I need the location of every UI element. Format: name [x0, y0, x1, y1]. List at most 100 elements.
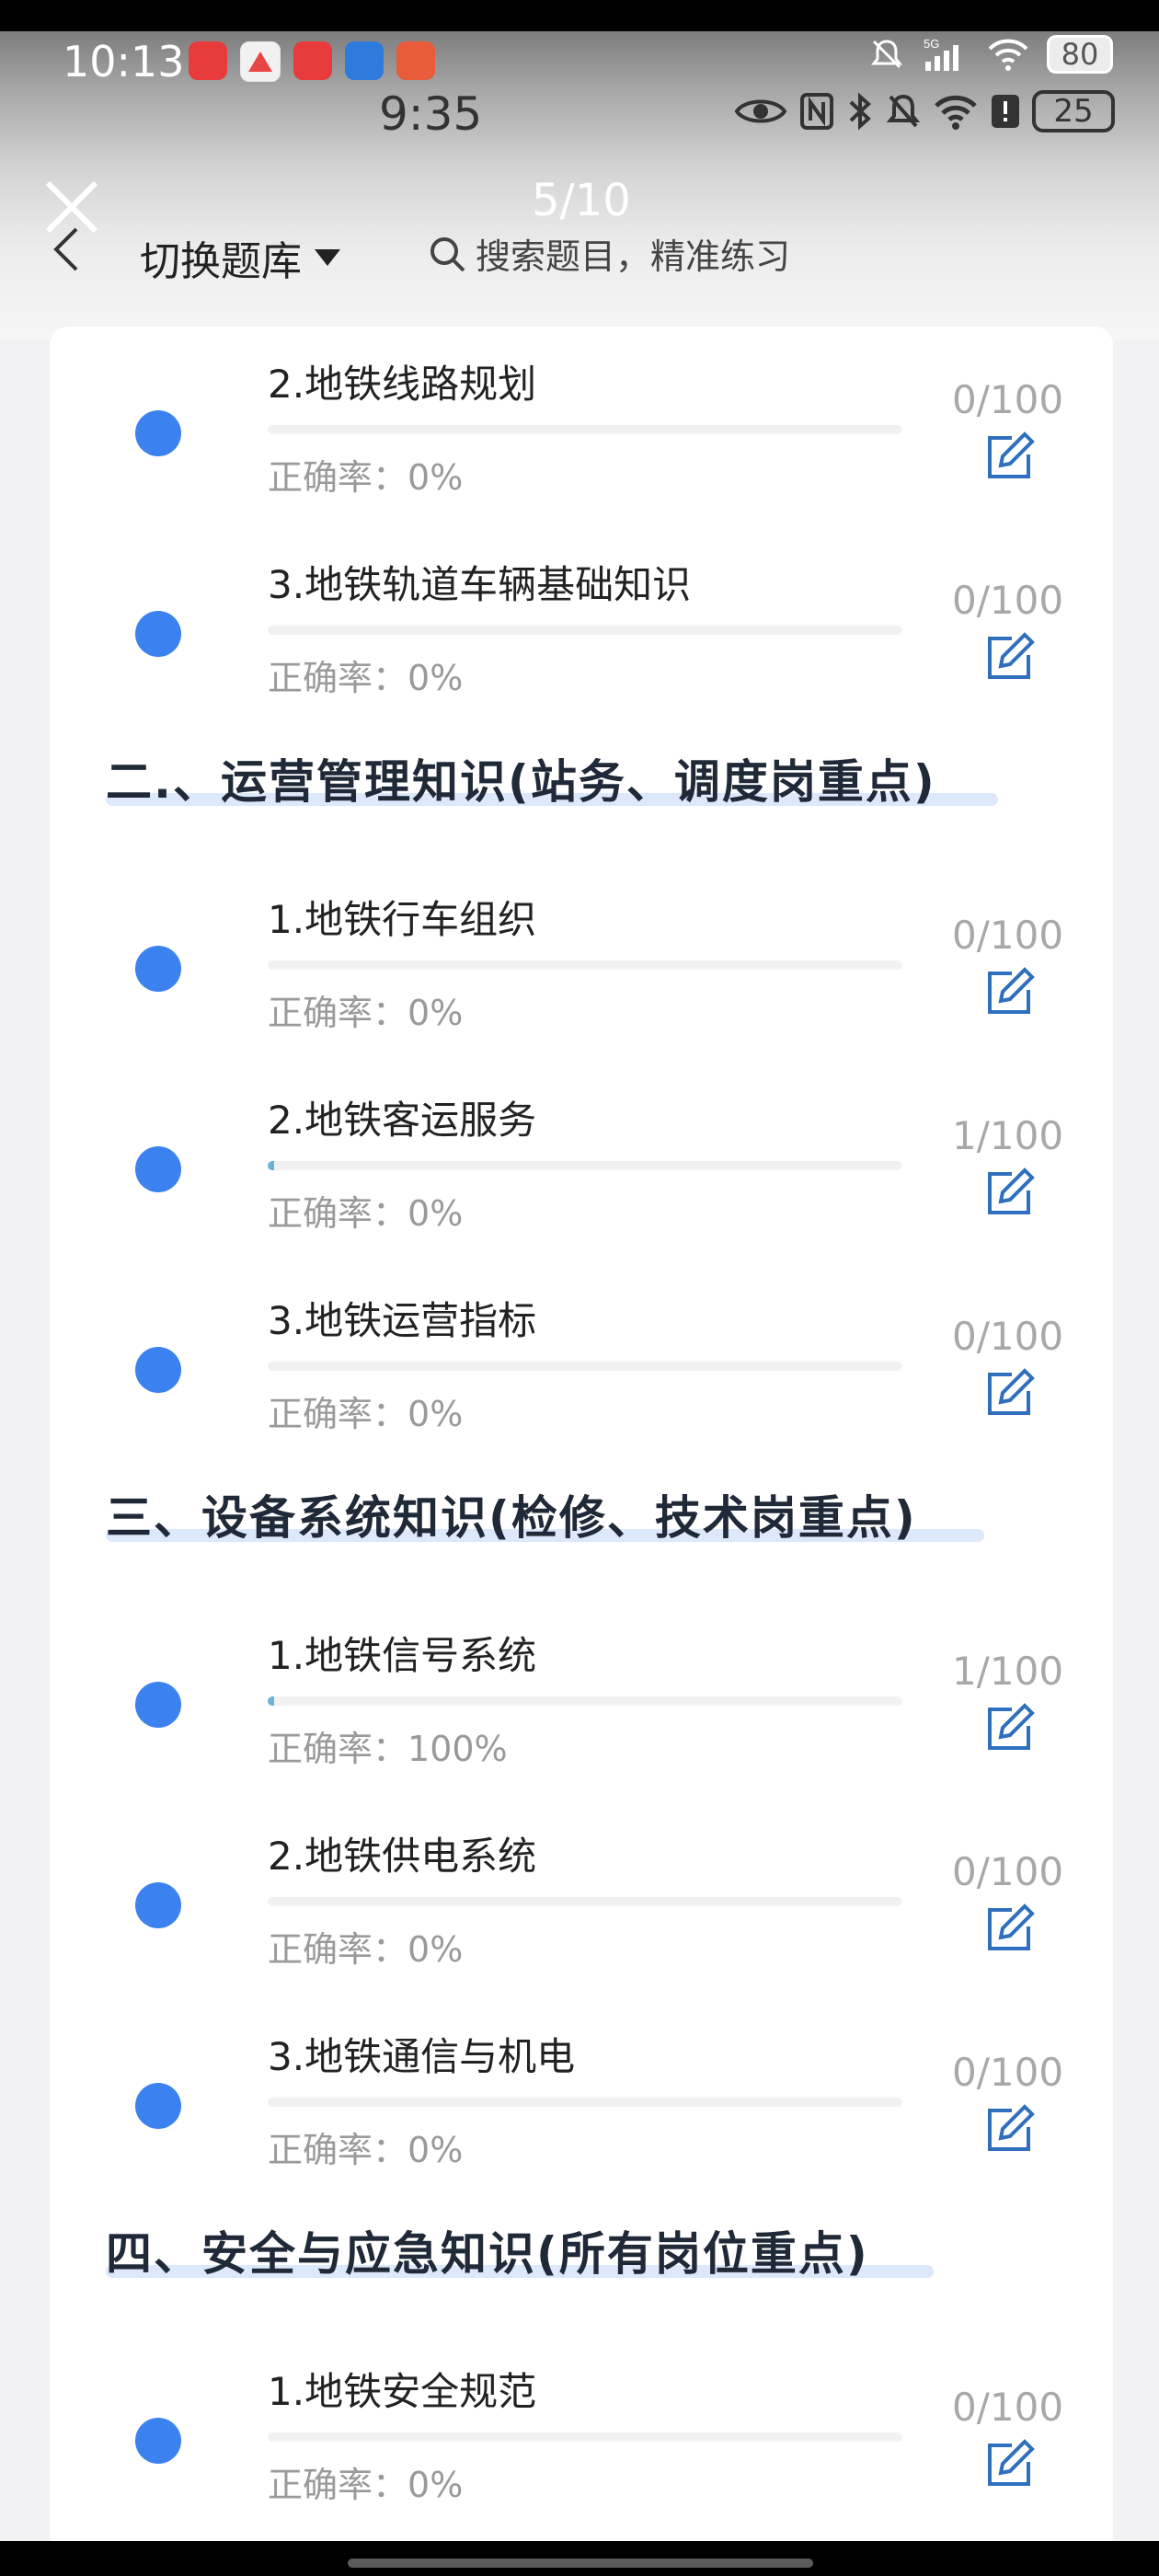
accuracy-value: 0%: [407, 1193, 464, 1234]
accuracy-row: 正确率：0%: [268, 449, 463, 500]
progress-bar: [268, 1362, 902, 1371]
accuracy-label: 正确率：: [268, 1929, 408, 1970]
status-dot: [135, 946, 181, 992]
section-title: 四、安全与应急知识(所有岗位重点): [106, 2227, 869, 2281]
list-item[interactable]: 1.地铁信号系统 正确率：100% 1/100: [50, 1612, 1113, 1812]
edit-icon: [988, 1703, 1035, 1750]
accuracy-label: 正确率：: [268, 1729, 408, 1769]
edit-icon: [988, 2104, 1035, 2151]
network-label: 5G: [924, 37, 939, 51]
outer-status-time: 10:13: [63, 37, 185, 86]
accuracy-label: 正确率：: [268, 2130, 408, 2170]
inner-status-time: 9:35: [379, 87, 483, 141]
mute-bell-icon: [886, 94, 921, 128]
accuracy-value: 100%: [407, 1729, 508, 1769]
list-item[interactable]: 2.地铁线路规划 正确率：0% 0/100: [50, 340, 1113, 541]
app-icon: [240, 41, 281, 82]
progress-bar: [268, 1897, 902, 1906]
list-item[interactable]: 1.地铁行车组织 正确率：0% 0/100: [50, 876, 1113, 1076]
item-title: 1.地铁安全规范: [268, 2369, 537, 2414]
outer-status-icons: 5G 80: [868, 35, 1113, 74]
edit-icon: [988, 1368, 1035, 1415]
app-icon: [189, 41, 227, 80]
accuracy-row: 正确率：0%: [268, 2122, 463, 2172]
accuracy-row: 正确率：0%: [268, 1185, 463, 1236]
practice-button[interactable]: [982, 2438, 1036, 2495]
progress-bar: [268, 960, 902, 970]
item-title: 2.地铁线路规划: [268, 362, 537, 407]
section-title: 三、设备系统知识(检修、技术岗重点): [106, 1491, 917, 1545]
section-heading: 三、设备系统知识(检修、技术岗重点): [106, 1481, 984, 1547]
wifi-icon: [988, 39, 1028, 71]
progress-bar: [268, 626, 902, 635]
progress-count: 0/100: [952, 1314, 1064, 1359]
status-dot: [135, 2083, 181, 2129]
list-item[interactable]: 3.地铁运营指标 正确率：0% 0/100: [50, 1277, 1113, 1478]
progress-count: 0/100: [952, 2050, 1064, 2095]
accuracy-value: 0%: [407, 457, 464, 498]
practice-button[interactable]: [982, 1167, 1036, 1224]
item-title: 1.地铁行车组织: [268, 897, 537, 942]
list-item[interactable]: 2.地铁客运服务 正确率：0% 1/100: [50, 1076, 1113, 1277]
accuracy-row: 正确率：0%: [268, 2456, 463, 2507]
edit-icon: [988, 2439, 1035, 2486]
accuracy-value: 0%: [407, 993, 464, 1033]
progress-count: 1/100: [952, 1113, 1064, 1158]
accuracy-value: 0%: [407, 658, 464, 698]
practice-button[interactable]: [982, 1367, 1036, 1424]
section-heading: 四、安全与应急知识(所有岗位重点): [106, 2217, 934, 2283]
switch-question-bank[interactable]: 切换题库: [140, 228, 342, 287]
edit-icon: [988, 431, 1035, 478]
app-icon: [345, 41, 384, 80]
edit-icon: [988, 1167, 1035, 1214]
practice-button[interactable]: [982, 966, 1036, 1023]
list-item[interactable]: 1.地铁安全规范 正确率：0% 0/100: [50, 2348, 1113, 2548]
back-chevron-icon: [53, 227, 78, 271]
status-dot: [135, 1882, 181, 1928]
accuracy-label: 正确率：: [268, 1394, 408, 1434]
edit-icon: [988, 632, 1035, 679]
status-dot: [135, 2418, 181, 2464]
practice-button[interactable]: [982, 1702, 1036, 1759]
list-item[interactable]: 3.地铁通信与机电 正确率：0% 0/100: [50, 2013, 1113, 2214]
list-item[interactable]: 2.地铁供电系统 正确率：0% 0/100: [50, 1812, 1113, 2013]
nfc-icon: [800, 93, 833, 130]
practice-button[interactable]: [982, 631, 1036, 688]
item-title: 2.地铁供电系统: [268, 1834, 537, 1879]
status-dot: [135, 410, 181, 456]
practice-button[interactable]: [982, 1903, 1036, 1960]
progress-count: 0/100: [952, 377, 1064, 422]
accuracy-row: 正确率：0%: [268, 1386, 463, 1436]
accuracy-label: 正确率：: [268, 658, 408, 698]
section-title: 二.、运营管理知识(站务、调度岗重点): [106, 755, 936, 809]
accuracy-label: 正确率：: [268, 993, 408, 1033]
accuracy-row: 正确率：0%: [268, 650, 463, 700]
eye-icon: [734, 99, 787, 123]
back-button[interactable]: [51, 225, 84, 277]
edit-icon: [988, 967, 1035, 1014]
accuracy-row: 正确率：0%: [268, 984, 463, 1035]
practice-button[interactable]: [982, 431, 1036, 488]
accuracy-label: 正确率：: [268, 1193, 408, 1234]
progress-count: 0/100: [952, 2385, 1064, 2430]
progress-count: 0/100: [952, 913, 1064, 958]
accuracy-row: 正确率：0%: [268, 1921, 463, 1972]
search-placeholder: 搜索题目，精准练习: [476, 236, 791, 277]
home-indicator[interactable]: [348, 2559, 813, 2568]
practice-button[interactable]: [982, 2103, 1036, 2160]
accuracy-value: 0%: [407, 2130, 464, 2170]
status-dot: [135, 611, 181, 657]
search-icon: [430, 236, 465, 271]
accuracy-value: 0%: [407, 2465, 464, 2505]
inner-battery: 25: [1032, 90, 1115, 132]
progress-count: 0/100: [952, 1849, 1064, 1894]
bluetooth-icon: [849, 92, 871, 131]
caret-down-icon: [315, 249, 340, 266]
image-counter: 5/10: [532, 175, 631, 226]
progress-fill: [268, 1696, 274, 1706]
progress-count: 1/100: [952, 1649, 1064, 1694]
search-input[interactable]: 搜索题目，精准练习: [428, 228, 790, 279]
accuracy-value: 0%: [407, 1929, 464, 1970]
list-item[interactable]: 3.地铁轨道车辆基础知识 正确率：0% 0/100: [50, 541, 1113, 742]
progress-fill: [268, 1161, 274, 1170]
